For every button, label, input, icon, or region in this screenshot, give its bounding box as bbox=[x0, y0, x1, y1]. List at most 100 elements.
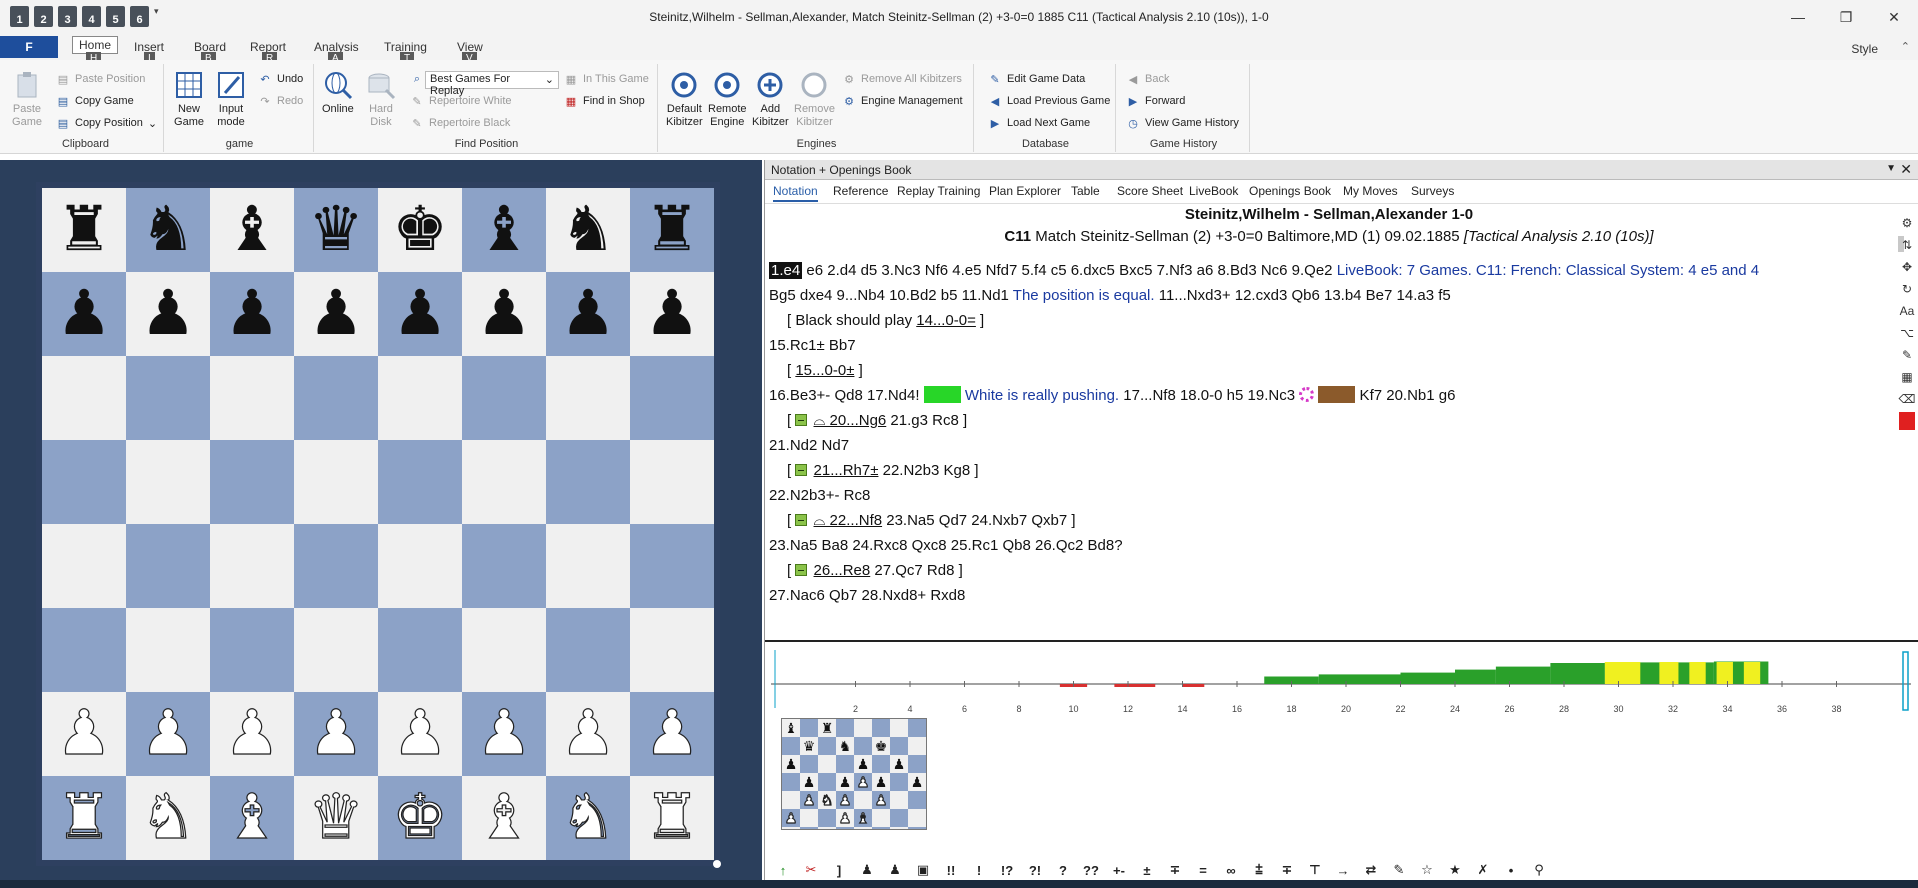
notation-line[interactable]: 21.Nd2 Nd7 bbox=[769, 433, 1889, 458]
board-square[interactable]: ♟ bbox=[630, 692, 714, 776]
subtab-my-moves[interactable]: My Moves bbox=[1343, 184, 1398, 198]
board-square[interactable] bbox=[630, 524, 714, 608]
remove-all-kibitzers-button[interactable]: ⚙ Remove All Kibitzers bbox=[842, 72, 962, 86]
black-pawn-icon[interactable]: ♟ bbox=[224, 283, 280, 345]
board-square[interactable]: ♟ bbox=[546, 272, 630, 356]
board-square[interactable]: ♜ bbox=[630, 776, 714, 860]
variation-move[interactable]: 26...Re8 bbox=[814, 562, 871, 579]
board-square[interactable]: ♟ bbox=[126, 272, 210, 356]
white-pawn-icon[interactable]: ♟ bbox=[476, 702, 533, 765]
board-square[interactable]: ♞ bbox=[546, 188, 630, 272]
board-square[interactable]: ♝ bbox=[210, 188, 294, 272]
black-king-icon[interactable]: ♚ bbox=[392, 199, 448, 261]
annotation-symbol-button[interactable]: ? bbox=[1049, 863, 1077, 878]
repertoire-white-button[interactable]: ✎ Repertoire White bbox=[410, 94, 511, 108]
annotation-symbol-button[interactable]: → bbox=[1329, 863, 1357, 878]
white-rook-icon[interactable]: ♜ bbox=[56, 786, 113, 849]
black-bishop-icon[interactable]: ♝ bbox=[224, 199, 280, 261]
board-square[interactable]: ♟ bbox=[210, 272, 294, 356]
notation-line[interactable]: 27.Nac6 Qb7 28.Nxd8+ Rxd8 bbox=[769, 583, 1889, 608]
annotation-symbol-button[interactable]: ▣ bbox=[909, 862, 937, 878]
redo-button[interactable]: ↷ Redo bbox=[258, 94, 303, 108]
engine-tool-icon[interactable]: ⚙ bbox=[1899, 214, 1915, 232]
ribbon-collapse-icon[interactable]: ⌃ bbox=[1901, 40, 1910, 53]
subtab-plan-explorer[interactable]: Plan Explorer bbox=[989, 184, 1061, 198]
annotation-symbol-button[interactable]: ☆ bbox=[1413, 862, 1441, 878]
board-square[interactable] bbox=[546, 440, 630, 524]
board-square[interactable]: ♟ bbox=[462, 692, 546, 776]
board-square[interactable] bbox=[294, 608, 378, 692]
annotation-symbol-button[interactable]: ⇄ bbox=[1357, 862, 1385, 878]
annotation-symbol-button[interactable]: ⊤ bbox=[1301, 862, 1329, 878]
notation-line[interactable]: 15.Rc1± Bb7 bbox=[769, 333, 1889, 358]
subtab-livebook[interactable]: LiveBook bbox=[1189, 184, 1238, 198]
move-tool-icon[interactable]: ✥ bbox=[1899, 258, 1915, 276]
board-square[interactable] bbox=[462, 440, 546, 524]
black-queen-icon[interactable]: ♛ bbox=[308, 199, 364, 261]
annotation-symbol-button[interactable]: ∓ bbox=[1273, 862, 1301, 878]
annotation-symbol-button[interactable]: ] bbox=[825, 863, 853, 878]
annotation-symbol-button[interactable]: • bbox=[1497, 863, 1525, 878]
white-queen-icon[interactable]: ♛ bbox=[308, 786, 365, 849]
board-square[interactable]: ♞ bbox=[126, 188, 210, 272]
board-square[interactable] bbox=[126, 608, 210, 692]
board-square[interactable]: ♝ bbox=[210, 776, 294, 860]
annotation-symbol-button[interactable]: = bbox=[1189, 863, 1217, 878]
black-rook-icon[interactable]: ♜ bbox=[644, 199, 700, 261]
white-pawn-icon[interactable]: ♟ bbox=[308, 702, 365, 765]
white-pawn-icon[interactable]: ♟ bbox=[392, 702, 449, 765]
board-square[interactable] bbox=[630, 440, 714, 524]
black-pawn-icon[interactable]: ♟ bbox=[308, 283, 364, 345]
black-pawn-icon[interactable]: ♟ bbox=[392, 283, 448, 345]
annotation-symbol-button[interactable]: ?! bbox=[1021, 863, 1049, 878]
back-button[interactable]: ◀ Back bbox=[1126, 72, 1170, 86]
board-square[interactable] bbox=[210, 524, 294, 608]
chess-board[interactable]: ♜ ♞ ♝ ♛ ♚ ♝ ♞ ♜ ♟ ♟ ♟ ♟ ♟ ♟ ♟ ♟ ♟ ♟ ♟ ♟ ♟ ♟ ♟ ♟ ♜ ♞ ♝ ♛ ♚ ♝ ♞ ♜ bbox=[42, 188, 714, 860]
board-square[interactable] bbox=[42, 356, 126, 440]
annotation-symbol-button[interactable]: ⚲ bbox=[1525, 862, 1553, 878]
white-pawn-icon[interactable]: ♟ bbox=[224, 702, 281, 765]
board-square[interactable]: ♜ bbox=[42, 188, 126, 272]
panel-menu-icon[interactable]: ▼ bbox=[1886, 163, 1896, 174]
annotation-symbol-button[interactable]: ∓ bbox=[1161, 862, 1189, 878]
black-bishop-icon[interactable]: ♝ bbox=[476, 199, 532, 261]
black-knight-icon[interactable]: ♞ bbox=[140, 199, 196, 261]
restore-button[interactable]: ❐ bbox=[1822, 0, 1870, 34]
copy-game-button[interactable]: ▤ Copy Game bbox=[56, 94, 134, 108]
annotation-symbol-button[interactable]: ✎ bbox=[1385, 862, 1413, 878]
white-pawn-icon[interactable]: ♟ bbox=[560, 702, 617, 765]
board-square[interactable] bbox=[378, 440, 462, 524]
close-button[interactable]: ✕ bbox=[1870, 0, 1918, 34]
board-square[interactable]: ♟ bbox=[546, 692, 630, 776]
online-button[interactable]: Online bbox=[322, 70, 354, 116]
subtab-score-sheet[interactable]: Score Sheet bbox=[1117, 184, 1183, 198]
black-pawn-icon[interactable]: ♟ bbox=[560, 283, 616, 345]
board-square[interactable] bbox=[126, 440, 210, 524]
board-square[interactable] bbox=[294, 440, 378, 524]
hard-disk-button[interactable]: Hard Disk bbox=[366, 70, 396, 129]
board-square[interactable]: ♛ bbox=[294, 188, 378, 272]
black-pawn-icon[interactable]: ♟ bbox=[140, 283, 196, 345]
board-square[interactable]: ♟ bbox=[378, 692, 462, 776]
board-square[interactable]: ♟ bbox=[630, 272, 714, 356]
tree-tool-icon[interactable]: ⌥ bbox=[1899, 324, 1915, 342]
annotation-symbol-button[interactable]: ✂ bbox=[797, 862, 825, 878]
default-kibitzer-button[interactable]: Default Kibitzer bbox=[666, 70, 703, 129]
minimize-button[interactable]: — bbox=[1774, 0, 1822, 34]
annotation-symbol-button[interactable]: ?? bbox=[1077, 863, 1105, 878]
subtab-surveys[interactable]: Surveys bbox=[1411, 184, 1454, 198]
board-square[interactable]: ♟ bbox=[378, 272, 462, 356]
undo-button[interactable]: ↶ Undo bbox=[258, 72, 303, 86]
notation-line[interactable]: 22.N2b3+- Rc8 bbox=[769, 483, 1889, 508]
white-pawn-icon[interactable]: ♟ bbox=[56, 702, 113, 765]
in-this-game-button[interactable]: ▦ In This Game bbox=[564, 72, 649, 86]
variation-moves[interactable]: 27.Qc7 Rd8 ] bbox=[870, 562, 962, 579]
subtab-reference[interactable]: Reference bbox=[833, 184, 888, 198]
notation-moves[interactable]: 1.e4 e6 2.d4 d5 3.Nc3 Nf6 4.e5 Nfd7 5.f4… bbox=[769, 258, 1889, 830]
paste-position-button[interactable]: ▤ Paste Position bbox=[56, 72, 146, 86]
annotation-symbol-button[interactable]: !? bbox=[993, 863, 1021, 878]
main-moves[interactable]: 17...Nf8 18.0-0 h5 19.Nc3 bbox=[1119, 387, 1299, 404]
white-knight-icon[interactable]: ♞ bbox=[140, 786, 197, 849]
annotation-symbol-button[interactable]: +- bbox=[1105, 863, 1133, 878]
board-square[interactable] bbox=[210, 440, 294, 524]
